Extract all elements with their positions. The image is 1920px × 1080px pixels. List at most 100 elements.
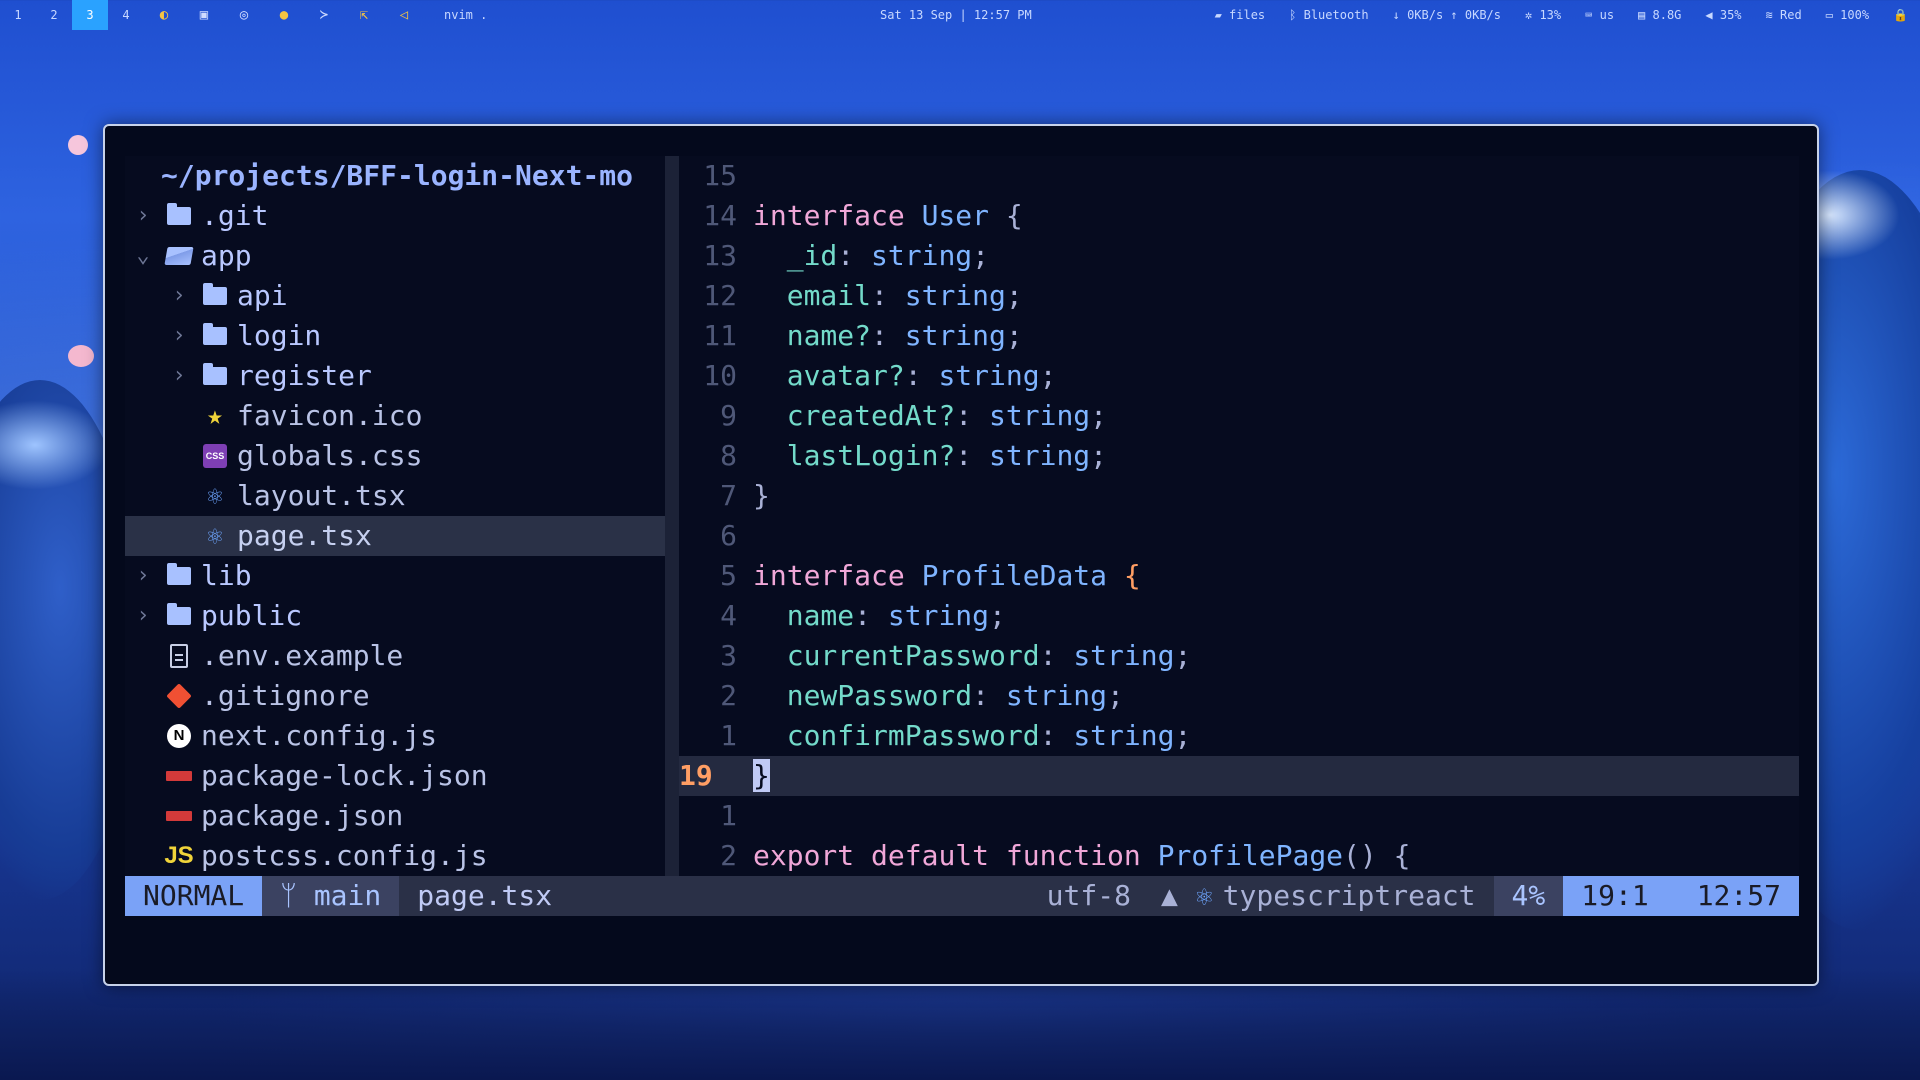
- file-tree: ~/projects/BFF-login-Next-mo › .git ⌄ ap…: [125, 156, 665, 876]
- folder-icon: ▰: [1214, 8, 1230, 22]
- lock-icon[interactable]: 🔒: [1893, 8, 1908, 22]
- neovim: ~/projects/BFF-login-Next-mo › .git ⌄ ap…: [125, 156, 1799, 916]
- current-file: page.tsx: [417, 879, 553, 912]
- tree-item[interactable]: › login: [125, 316, 665, 356]
- cpu-widget[interactable]: ✲ 13%: [1525, 8, 1561, 22]
- terminal-icon[interactable]: ≻: [304, 0, 344, 30]
- star-icon: ★: [207, 401, 223, 431]
- file-icon: [170, 644, 188, 668]
- whatsapp-icon[interactable]: ◎: [224, 0, 264, 30]
- code-line: 8 lastLogin?: string;: [679, 436, 1799, 476]
- background-blossom: [68, 345, 94, 367]
- line-number: 11: [703, 319, 737, 352]
- code-line: 3 currentPassword: string;: [679, 636, 1799, 676]
- git-branch: ᛘ main: [262, 876, 400, 916]
- workspace-1[interactable]: 1: [0, 0, 36, 30]
- moon-icon[interactable]: ◐: [144, 0, 184, 30]
- line-number: 5: [720, 559, 737, 592]
- workspace-4[interactable]: 4: [108, 0, 144, 30]
- line-number: 1: [720, 719, 737, 752]
- tree-item[interactable]: › .git: [125, 196, 665, 236]
- code-line: 11 name?: string;: [679, 316, 1799, 356]
- react-icon: ⚛: [1195, 879, 1213, 912]
- mode-indicator: NORMAL: [125, 876, 263, 916]
- line-number: 6: [720, 519, 737, 552]
- line-number: 4: [720, 599, 737, 632]
- folder-icon: [203, 283, 227, 305]
- background-blossom: [68, 135, 88, 155]
- tree-root-path[interactable]: ~/projects/BFF-login-Next-mo: [125, 156, 665, 196]
- clock[interactable]: Sat 13 Sep | 12:57 PM: [880, 0, 1032, 30]
- line-number: 2: [720, 679, 737, 712]
- tree-item[interactable]: › api: [125, 276, 665, 316]
- folder-icon: [167, 203, 191, 225]
- window-separator[interactable]: [665, 156, 679, 876]
- files-widget[interactable]: ▰ files: [1215, 8, 1266, 22]
- chevron-down-icon: ⌄: [136, 243, 150, 268]
- spotify-icon[interactable]: ●: [264, 0, 304, 30]
- tree-item[interactable]: JS postcss.config.js: [125, 836, 665, 876]
- memory-widget[interactable]: ▤ 8.8G: [1638, 8, 1681, 22]
- chevron-right-icon: ›: [136, 203, 150, 228]
- tree-item[interactable]: .gitignore: [125, 676, 665, 716]
- branch-icon: ᛘ: [280, 879, 314, 912]
- line-number: 15: [703, 159, 737, 192]
- cursor-position: 19:1: [1563, 876, 1667, 916]
- chevron-right-icon: ›: [172, 363, 186, 388]
- text-cursor: }: [753, 759, 770, 792]
- code-line: 1: [679, 796, 1799, 836]
- code-line: 15: [679, 156, 1799, 196]
- tree-item[interactable]: ⚛ layout.tsx: [125, 476, 665, 516]
- vscode-icon[interactable]: ◁: [384, 0, 424, 30]
- battery-icon: ▭: [1825, 8, 1841, 22]
- line-number: 8: [720, 439, 737, 472]
- code-line: 13 _id: string;: [679, 236, 1799, 276]
- terminal-window[interactable]: ~/projects/BFF-login-Next-mo › .git ⌄ ap…: [103, 124, 1819, 986]
- code-line: 2 export default function ProfilePage() {: [679, 836, 1799, 876]
- tree-item[interactable]: ★ favicon.ico: [125, 396, 665, 436]
- battery-widget[interactable]: ▭ 100%: [1826, 8, 1869, 22]
- tree-item[interactable]: › public: [125, 596, 665, 636]
- arrow-icon[interactable]: ⇱: [344, 0, 384, 30]
- line-number: 13: [703, 239, 737, 272]
- css-icon: CSS: [203, 444, 227, 468]
- line-number: 7: [720, 479, 737, 512]
- tree-item[interactable]: N next.config.js: [125, 716, 665, 756]
- memory-icon: ▤: [1638, 8, 1653, 22]
- wifi-icon: ≋: [1765, 8, 1780, 22]
- volume-widget[interactable]: ◀ 35%: [1705, 8, 1741, 22]
- nextjs-icon: N: [167, 724, 191, 748]
- tree-item[interactable]: package.json: [125, 796, 665, 836]
- tree-item[interactable]: CSS globals.css: [125, 436, 665, 476]
- background-ground: [0, 970, 1920, 1080]
- window-icon[interactable]: ▣: [184, 0, 224, 30]
- workspace-2[interactable]: 2: [36, 0, 72, 30]
- code-line: 2 newPassword: string;: [679, 676, 1799, 716]
- folder-icon: [167, 563, 191, 585]
- code-line: 1 confirmPassword: string;: [679, 716, 1799, 756]
- folder-icon: [203, 323, 227, 345]
- tree-item[interactable]: ⌄ app: [125, 236, 665, 276]
- tree-item-selected[interactable]: ⚛ page.tsx: [125, 516, 665, 556]
- workspace-3[interactable]: 3: [72, 0, 108, 30]
- keyboard-icon: ⌨: [1585, 8, 1600, 22]
- keyboard-widget[interactable]: ⌨ us: [1585, 8, 1614, 22]
- statusline: NORMAL ᛘ main page.tsx utf-8 ▲ ⚛ typescri…: [125, 876, 1799, 916]
- code-editor[interactable]: 15 14 interface User { 13 _id: string; 12…: [679, 156, 1799, 876]
- bluetooth-widget[interactable]: ᛒ Bluetooth: [1289, 8, 1368, 22]
- tree-item[interactable]: package-lock.json: [125, 756, 665, 796]
- tree-item[interactable]: › register: [125, 356, 665, 396]
- wifi-widget[interactable]: ≋ Red: [1766, 8, 1802, 22]
- line-number: 1: [720, 799, 737, 832]
- folder-icon: [167, 603, 191, 625]
- tree-item[interactable]: .env.example: [125, 636, 665, 676]
- npm-icon: [166, 811, 192, 821]
- folder-open-icon: [164, 247, 194, 265]
- line-number: 10: [703, 359, 737, 392]
- code-line: 7}: [679, 476, 1799, 516]
- git-icon: [166, 683, 192, 709]
- code-line: 9 createdAt?: string;: [679, 396, 1799, 436]
- tree-item[interactable]: › lib: [125, 556, 665, 596]
- speaker-icon: ◀: [1705, 8, 1720, 22]
- bluetooth-icon: ᛒ: [1289, 8, 1304, 22]
